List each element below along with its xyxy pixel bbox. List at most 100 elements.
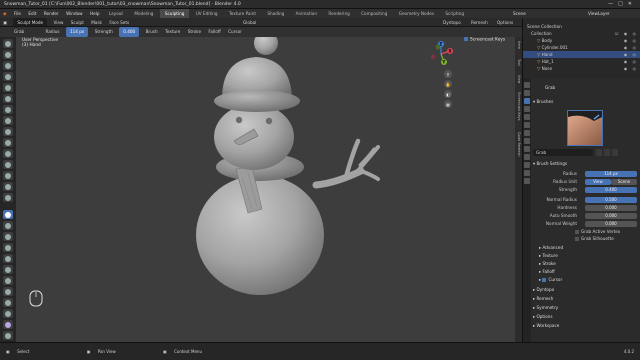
data-tab-icon[interactable] — [524, 162, 530, 168]
hat-pompom[interactable] — [254, 37, 278, 55]
sidebar-tab-item[interactable]: Item — [516, 41, 521, 49]
slide-relax-tool[interactable] — [3, 287, 13, 296]
radius-unit-scene[interactable]: Scene — [611, 178, 637, 185]
duplicate-brush-icon[interactable] — [604, 149, 610, 156]
pinch-tool[interactable] — [3, 193, 13, 202]
options-menu[interactable]: Options — [494, 18, 516, 26]
outliner-item-cylinder[interactable]: ▽ Cylinder.001 ◉ ◎ — [523, 44, 640, 51]
dyntopo-menu[interactable]: Dyntopo — [440, 18, 464, 26]
clay-strips-tool[interactable] — [3, 72, 13, 81]
visibility-icon[interactable]: ◉ ◎ — [624, 65, 638, 72]
elastic-deform-tool[interactable] — [3, 221, 13, 230]
tool-tab-icon[interactable] — [524, 98, 530, 104]
snake-hook-tool[interactable] — [3, 232, 13, 241]
grab-tool[interactable] — [3, 210, 13, 219]
auto-smooth-field[interactable]: 0.000 — [585, 212, 637, 219]
view-layer-selector[interactable]: ViewLayer — [585, 9, 613, 18]
fake-user-icon[interactable] — [596, 149, 602, 156]
falloff-menu[interactable]: Falloff — [205, 27, 223, 37]
left-eye[interactable] — [235, 116, 243, 124]
tab-shading[interactable]: Shading — [262, 9, 289, 18]
blob-tool[interactable] — [3, 116, 13, 125]
3d-viewport[interactable]: User Perspective (3) Hand Screencast Key… — [16, 37, 522, 342]
draw-sharp-tool[interactable] — [3, 50, 13, 59]
draw-brush-tool[interactable] — [3, 39, 13, 48]
stroke-menu[interactable]: Stroke — [185, 27, 204, 37]
boundary-tool[interactable] — [3, 298, 13, 307]
brush-settings-header[interactable]: ▾ Brush Settings — [533, 160, 639, 168]
mode-selector[interactable]: Sculpt Mode — [13, 18, 48, 26]
smooth-tool[interactable] — [3, 138, 13, 147]
tab-scripting[interactable]: Scripting — [440, 9, 469, 18]
modifier-tab-icon[interactable] — [524, 130, 530, 136]
cursor-menu[interactable]: Cursor — [225, 27, 245, 37]
scene-selector[interactable]: Scene — [510, 9, 529, 18]
tab-texture-paint[interactable]: Texture Paint — [224, 9, 261, 18]
visibility-icon[interactable]: ◉ ◎ — [624, 44, 638, 51]
menu-sculpt[interactable]: Sculpt — [68, 18, 87, 26]
window-controls[interactable]: —□✕ — [608, 0, 637, 8]
radius-field[interactable]: 114 px — [65, 27, 89, 37]
menu-view[interactable]: View — [50, 18, 66, 26]
brush-menu[interactable]: Brush — [143, 27, 161, 37]
branch-arm[interactable] — [312, 138, 380, 189]
tab-rendering[interactable]: Rendering — [323, 9, 354, 18]
grab-silhouette-row[interactable]: Grab Silhouette — [575, 235, 640, 242]
visibility-icon[interactable]: ☑ ◉ ◎ — [615, 30, 638, 37]
cloth-tool[interactable] — [3, 309, 13, 318]
menu-mask[interactable]: Mask — [88, 18, 105, 26]
material-tab-icon[interactable] — [524, 170, 530, 176]
right-eye[interactable] — [265, 117, 273, 125]
snowman-body[interactable] — [196, 175, 324, 295]
menu-window[interactable]: Window — [63, 9, 86, 18]
texture-subpanel[interactable]: ▸ Texture — [539, 252, 640, 260]
editor-type-icon[interactable]: ▣ — [0, 18, 10, 26]
cursor-checkbox[interactable] — [542, 278, 547, 282]
advanced-subpanel[interactable]: ▸ Advanced — [539, 244, 640, 252]
menu-help[interactable]: Help — [87, 9, 103, 18]
outliner-collection[interactable]: Collection ☑ ◉ ◎ — [523, 30, 640, 37]
scene-tab-icon[interactable] — [524, 106, 530, 112]
world-tab-icon[interactable] — [524, 114, 530, 120]
menu-face-sets[interactable]: Face Sets — [106, 18, 132, 26]
hardness-field[interactable]: 0.000 — [585, 204, 637, 211]
brush-preview[interactable] — [567, 110, 603, 146]
clay-thumb-tool[interactable] — [3, 83, 13, 92]
radius-unit-view[interactable]: View — [585, 178, 611, 185]
brushes-panel-header[interactable]: ▾ Brushes — [533, 98, 639, 106]
tab-compositing[interactable]: Compositing — [356, 9, 392, 18]
tab-modeling[interactable]: Modeling — [129, 9, 158, 18]
texture-menu[interactable]: Texture — [162, 27, 183, 37]
pose-tool[interactable] — [3, 254, 13, 263]
blender-logo-icon[interactable]: ◉ — [0, 9, 10, 18]
symmetry-panel[interactable]: ▸ Symmetry — [533, 304, 639, 312]
dyntopo-panel[interactable]: ▸ Dyntopo — [533, 286, 639, 294]
workspace-panel[interactable]: ▸ Workspace — [533, 322, 639, 330]
outliner-scene-collection[interactable]: Scene Collection — [523, 23, 640, 30]
menu-file[interactable]: File — [11, 9, 24, 18]
sidebar-tab-tool[interactable]: Tool — [516, 59, 521, 66]
visibility-icon[interactable]: ◉ ◎ — [624, 51, 638, 58]
sidebar-tab-screencast-keys[interactable]: Screencast Keys — [516, 92, 521, 121]
strength-field[interactable]: 0.400 — [119, 27, 140, 37]
falloff-subpanel[interactable]: ▸ Falloff — [539, 268, 640, 276]
grab-silhouette-checkbox[interactable] — [575, 237, 579, 241]
nudge-tool[interactable] — [3, 265, 13, 274]
flatten-tool[interactable] — [3, 149, 13, 158]
outliner-item-hat[interactable]: ▽ Hat_1 ◉ ◎ — [523, 58, 640, 65]
mask-tool[interactable] — [3, 320, 13, 329]
outliner-item-body[interactable]: ▽ Body ◉ ◎ — [523, 37, 640, 44]
cursor-subpanel[interactable]: ▸ Cursor — [539, 276, 640, 284]
normal-weight-field[interactable]: 0.000 — [585, 220, 637, 227]
remesh-panel[interactable]: ▸ Remesh — [533, 295, 639, 303]
visibility-icon[interactable]: ◉ ◎ — [624, 58, 638, 65]
crease-tool[interactable] — [3, 127, 13, 136]
rotate-tool[interactable] — [3, 276, 13, 285]
sidebar-tab-quad-remesh[interactable]: Quad Remesh — [516, 132, 521, 157]
inflate-tool[interactable] — [3, 105, 13, 114]
menu-render[interactable]: Render — [41, 9, 62, 18]
physics-tab-icon[interactable] — [524, 146, 530, 152]
tab-layout[interactable]: Layout — [104, 9, 128, 18]
texture-tab-icon[interactable] — [524, 178, 530, 184]
radius-field[interactable]: 114 px — [585, 170, 637, 177]
